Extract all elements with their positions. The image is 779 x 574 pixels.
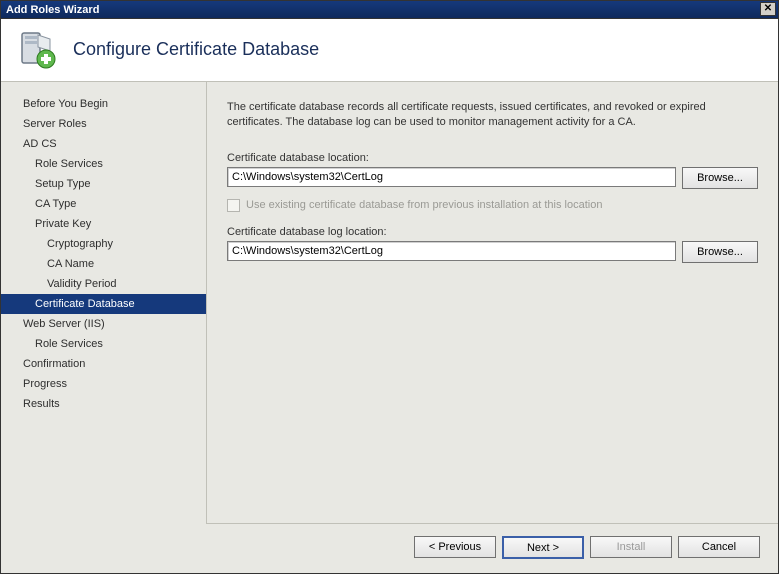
sidebar-item-certificate-database[interactable]: Certificate Database xyxy=(1,294,206,314)
browse-log-button[interactable]: Browse... xyxy=(682,241,758,263)
server-add-icon xyxy=(16,29,58,69)
install-button: Install xyxy=(590,536,672,558)
previous-button[interactable]: < Previous xyxy=(414,536,496,558)
next-button[interactable]: Next > xyxy=(502,536,584,559)
log-location-input[interactable] xyxy=(227,241,676,261)
sidebar-item-iis-role-services[interactable]: Role Services xyxy=(1,334,206,354)
log-location-row: Browse... xyxy=(227,241,758,263)
wizard-footer: < Previous Next > Install Cancel xyxy=(1,524,778,573)
content-row: Before You Begin Server Roles AD CS Role… xyxy=(1,82,778,524)
sidebar-item-role-services[interactable]: Role Services xyxy=(1,154,206,174)
log-location-label: Certificate database log location: xyxy=(227,226,758,238)
sidebar-item-results[interactable]: Results xyxy=(1,394,206,414)
sidebar-item-ad-cs[interactable]: AD CS xyxy=(1,134,206,154)
use-existing-label: Use existing certificate database from p… xyxy=(246,199,602,211)
sidebar-item-server-roles[interactable]: Server Roles xyxy=(1,114,206,134)
sidebar-item-before-you-begin[interactable]: Before You Begin xyxy=(1,94,206,114)
sidebar-item-progress[interactable]: Progress xyxy=(1,374,206,394)
title-bar: Add Roles Wizard ✕ xyxy=(0,0,779,19)
window-body: Configure Certificate Database Before Yo… xyxy=(0,19,779,574)
page-title: Configure Certificate Database xyxy=(73,39,319,60)
window-title: Add Roles Wizard xyxy=(6,1,99,18)
db-location-input[interactable] xyxy=(227,167,676,187)
main-panel: The certificate database records all cer… xyxy=(206,82,778,524)
use-existing-checkbox xyxy=(227,199,240,212)
sidebar-item-cryptography[interactable]: Cryptography xyxy=(1,234,206,254)
db-location-row: Browse... xyxy=(227,167,758,189)
description-text: The certificate database records all cer… xyxy=(227,100,758,130)
wizard-header: Configure Certificate Database xyxy=(1,19,778,82)
db-location-label: Certificate database location: xyxy=(227,152,758,164)
sidebar-item-confirmation[interactable]: Confirmation xyxy=(1,354,206,374)
sidebar-item-web-server-iis[interactable]: Web Server (IIS) xyxy=(1,314,206,334)
close-icon[interactable]: ✕ xyxy=(760,2,776,16)
sidebar-item-ca-type[interactable]: CA Type xyxy=(1,194,206,214)
sidebar-item-private-key[interactable]: Private Key xyxy=(1,214,206,234)
browse-db-button[interactable]: Browse... xyxy=(682,167,758,189)
sidebar-item-setup-type[interactable]: Setup Type xyxy=(1,174,206,194)
sidebar-item-validity-period[interactable]: Validity Period xyxy=(1,274,206,294)
sidebar-item-ca-name[interactable]: CA Name xyxy=(1,254,206,274)
use-existing-row: Use existing certificate database from p… xyxy=(227,199,758,212)
cancel-button[interactable]: Cancel xyxy=(678,536,760,558)
wizard-sidebar: Before You Begin Server Roles AD CS Role… xyxy=(1,82,206,524)
